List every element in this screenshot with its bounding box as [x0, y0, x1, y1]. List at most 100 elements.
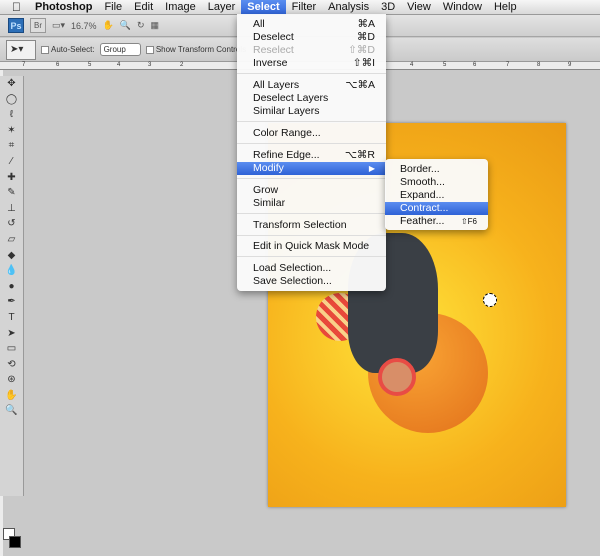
menu-item-color-range[interactable]: Color Range... — [237, 127, 386, 140]
menu-edit[interactable]: Edit — [128, 0, 159, 15]
menu-item-similar-layers[interactable]: Similar Layers — [237, 105, 386, 118]
label: Modify — [253, 162, 284, 174]
3d-rotate-icon[interactable]: ⟲ — [7, 357, 15, 373]
select-menu: All ⌘A Deselect ⌘D Reselect ⇧⌘D Inverse ⇧⌘I … — [237, 14, 386, 291]
menu-help[interactable]: Help — [488, 0, 523, 15]
menu-item-smooth[interactable]: Smooth... — [385, 176, 488, 189]
background-color[interactable] — [9, 536, 21, 548]
zoom-icon[interactable]: 🔍 — [5, 403, 17, 419]
eyedropper-icon[interactable]: ⁄ — [11, 154, 13, 170]
hand-icon[interactable]: ✋ — [5, 388, 17, 404]
pen-tool-icon[interactable]: ✒ — [7, 294, 15, 310]
menu-filter[interactable]: Filter — [286, 0, 322, 15]
type-tool-icon[interactable]: T — [8, 310, 14, 326]
menu-item-feather[interactable]: Feather... ⇧F6 — [385, 215, 488, 228]
ruler-tick: 7 — [22, 62, 26, 68]
show-transform-checkbox[interactable]: Show Transform Controls — [145, 45, 246, 54]
3d-orbit-icon[interactable]: ⊛ — [7, 372, 15, 388]
clone-stamp-icon[interactable]: ⊥ — [7, 201, 16, 217]
zoom-level[interactable]: 16.7% — [71, 21, 97, 31]
menu-item-similar[interactable]: Similar — [237, 197, 386, 210]
menu-item-grow[interactable]: Grow — [237, 184, 386, 197]
shortcut: ⇧⌘D — [348, 44, 375, 56]
menu-item-refine-edge[interactable]: Refine Edge... ⌥⌘R — [237, 149, 386, 162]
menu-app[interactable]: Photoshop — [29, 0, 98, 15]
auto-select-checkbox[interactable]: Auto-Select: — [41, 45, 95, 54]
menu-3d[interactable]: 3D — [375, 0, 401, 15]
menu-analysis[interactable]: Analysis — [322, 0, 375, 15]
label: Inverse — [253, 57, 288, 69]
menu-item-modify[interactable]: Modify ▶ — [237, 162, 386, 175]
label: Transform Selection — [253, 219, 347, 231]
menu-item-inverse[interactable]: Inverse ⇧⌘I — [237, 57, 386, 70]
menu-item-all[interactable]: All ⌘A — [237, 18, 386, 31]
screen-mode-icon[interactable]: ▭▾ — [52, 20, 65, 31]
menu-item-quick-mask[interactable]: Edit in Quick Mask Mode — [237, 240, 386, 253]
crop-tool-icon[interactable]: ⌗ — [9, 138, 15, 154]
ruler-tick: 6 — [473, 62, 477, 68]
magic-wand-icon[interactable]: ✶ — [7, 123, 15, 139]
menu-window[interactable]: Window — [437, 0, 488, 15]
label: All — [253, 18, 265, 30]
menu-layer[interactable]: Layer — [202, 0, 242, 15]
paint-bucket-icon[interactable]: ◆ — [8, 248, 16, 264]
shortcut: ⌘D — [356, 31, 375, 43]
tools-panel: ✥ ◯ ℓ ✶ ⌗ ⁄ ✚ ✎ ⊥ ↺ ▱ ◆ 💧 ● ✒ T ➤ ▭ ⟲ ⊛ … — [0, 76, 24, 548]
separator — [237, 213, 386, 214]
ruler-tick: 2 — [180, 62, 184, 68]
auto-select-dropdown[interactable]: Group — [99, 43, 141, 56]
ruler-tick: 9 — [568, 62, 572, 68]
eraser-icon[interactable]: ▱ — [8, 232, 16, 248]
shortcut: ⌥⌘A — [345, 79, 375, 91]
hand-tool-icon[interactable]: ✋ — [103, 20, 114, 31]
tool-preset-picker[interactable]: ➤▾ — [6, 39, 36, 60]
menu-image[interactable]: Image — [159, 0, 202, 15]
menu-item-contract[interactable]: Contract... — [385, 202, 488, 215]
menu-file[interactable]: File — [98, 0, 128, 15]
arrange-documents-icon[interactable]: ▦ — [151, 20, 160, 31]
brush-tool-icon[interactable]: ✎ — [7, 185, 15, 201]
menu-item-save-selection[interactable]: Save Selection... — [237, 275, 386, 288]
lasso-tool-icon[interactable]: ℓ — [10, 107, 13, 123]
menu-item-border[interactable]: Border... — [385, 163, 488, 176]
menu-item-reselect: Reselect ⇧⌘D — [237, 44, 386, 57]
menu-item-all-layers[interactable]: All Layers ⌥⌘A — [237, 79, 386, 92]
separator — [237, 178, 386, 179]
blur-tool-icon[interactable]: 💧 — [5, 263, 17, 279]
path-selection-icon[interactable]: ➤ — [7, 326, 15, 342]
separator — [237, 235, 386, 236]
shortcut: ⌥⌘R — [344, 149, 375, 161]
menu-item-deselect[interactable]: Deselect ⌘D — [237, 31, 386, 44]
shortcut: ⇧F6 — [460, 217, 477, 226]
label: Expand... — [400, 189, 445, 201]
ruler-tick: 3 — [148, 62, 152, 68]
bridge-button[interactable]: Br — [30, 18, 46, 33]
shape-tool-icon[interactable]: ▭ — [7, 341, 16, 357]
label: Smooth... — [400, 176, 445, 188]
label: Save Selection... — [253, 275, 332, 287]
label: Contract... — [400, 202, 449, 214]
menu-item-load-selection[interactable]: Load Selection... — [237, 262, 386, 275]
menu-item-deselect-layers[interactable]: Deselect Layers — [237, 92, 386, 105]
menu-view[interactable]: View — [401, 0, 437, 15]
rotate-view-icon[interactable]: ↻ — [137, 20, 145, 31]
apple-icon[interactable]:  — [0, 0, 29, 15]
separator — [237, 256, 386, 257]
menu-bar:  Photoshop File Edit Image Layer Select… — [0, 0, 600, 15]
selection-marquee — [483, 293, 497, 307]
submenu-arrow-icon: ▶ — [368, 164, 375, 173]
healing-brush-icon[interactable]: ✚ — [7, 170, 15, 186]
label: Border... — [400, 163, 440, 175]
menu-select[interactable]: Select — [241, 0, 286, 15]
move-tool-icon[interactable]: ✥ — [7, 76, 15, 92]
zoom-tool-icon[interactable]: 🔍 — [120, 20, 131, 31]
menu-item-transform-selection[interactable]: Transform Selection — [237, 219, 386, 232]
label: Feather... — [400, 215, 445, 227]
label: Edit in Quick Mask Mode — [253, 240, 370, 252]
ruler-tick: 6 — [56, 62, 60, 68]
menu-item-expand[interactable]: Expand... — [385, 189, 488, 202]
color-swatches[interactable] — [3, 528, 21, 550]
marquee-tool-icon[interactable]: ◯ — [6, 92, 17, 108]
dodge-tool-icon[interactable]: ● — [8, 279, 14, 295]
history-brush-icon[interactable]: ↺ — [7, 216, 15, 232]
